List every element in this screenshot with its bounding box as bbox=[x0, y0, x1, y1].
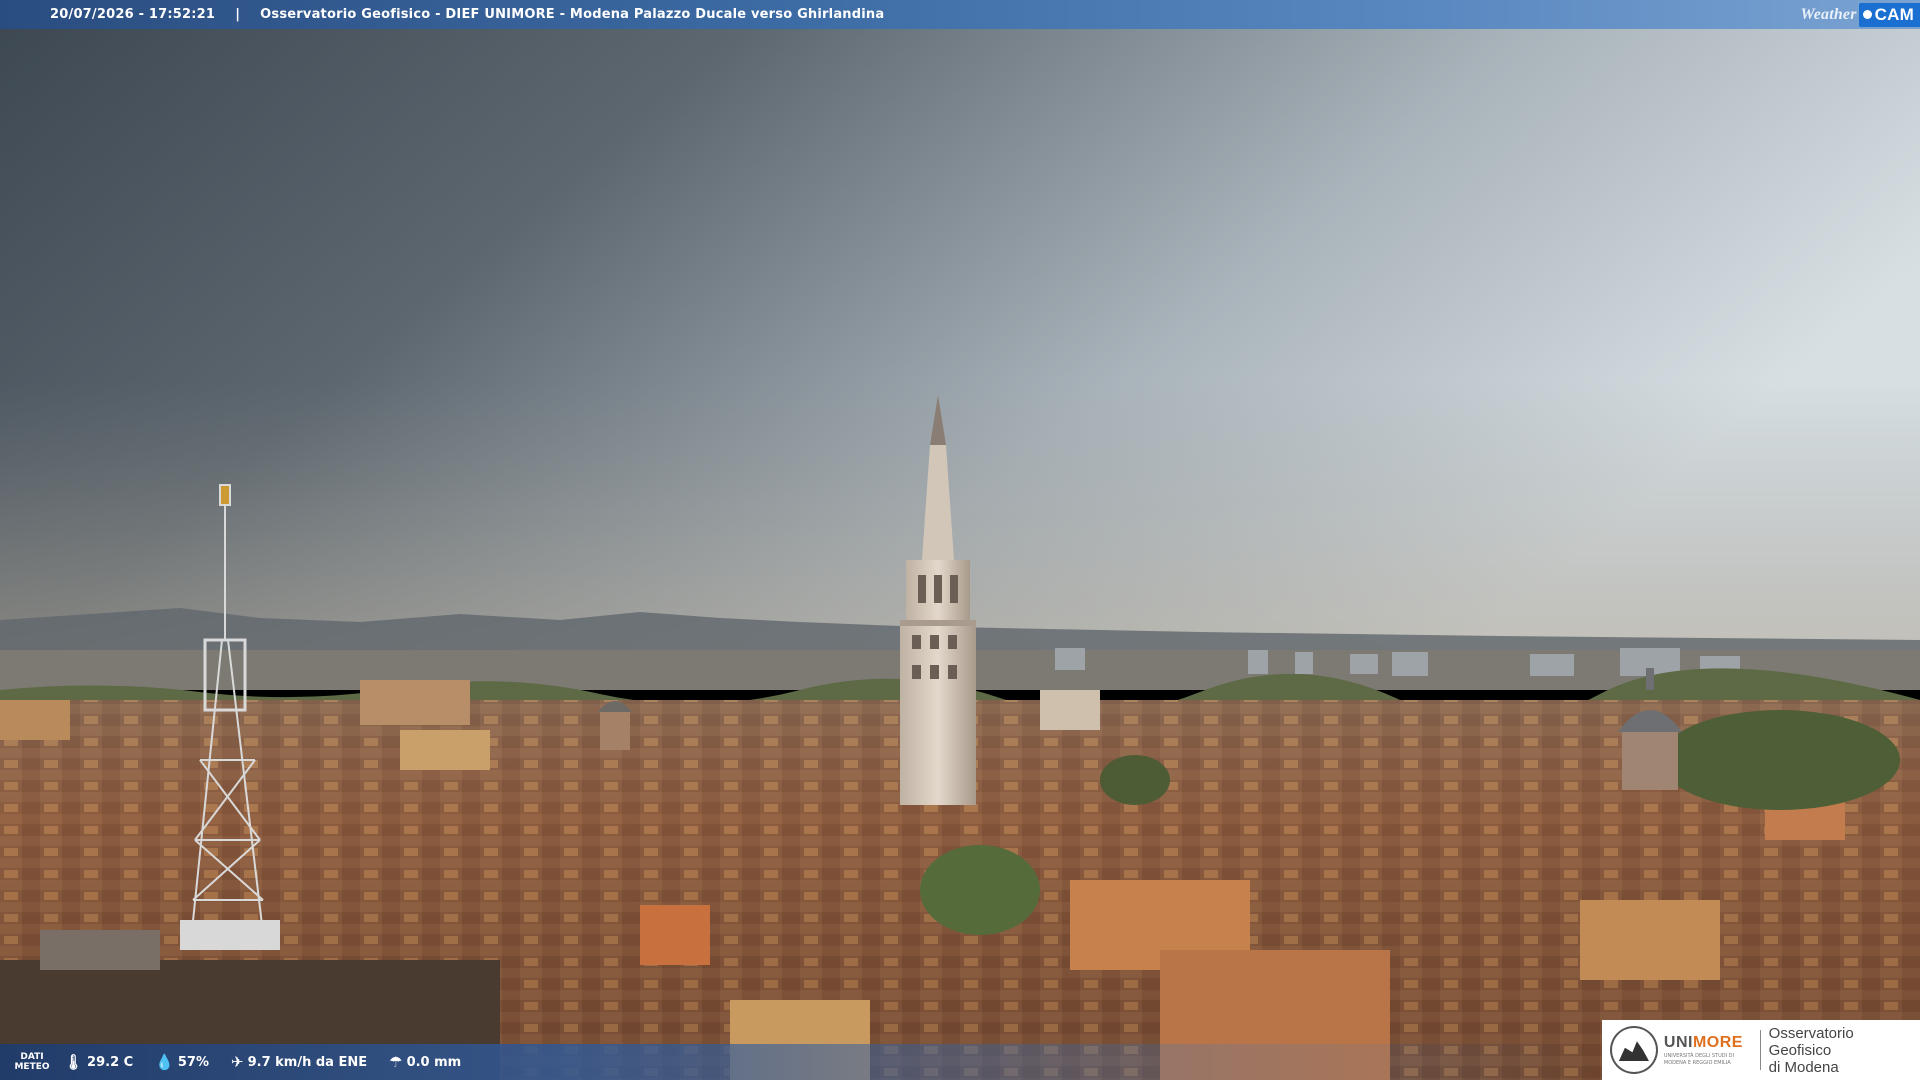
unimore-logo-box: UNIMORE UNIVERSITÀ DEGLI STUDI DI MODENA… bbox=[1602, 1020, 1920, 1080]
observatory-line2: di Modena bbox=[1768, 1058, 1839, 1076]
uni-part1: UNI bbox=[1663, 1034, 1693, 1051]
brand-cam: CAM bbox=[1874, 4, 1914, 24]
uni-part2: MORE bbox=[1692, 1034, 1743, 1051]
brand-dot-icon bbox=[1862, 10, 1872, 19]
wind-value: 9.7 km/h da ENE bbox=[247, 1054, 368, 1070]
humidity-reading: 💧 57% bbox=[155, 1052, 210, 1071]
weather-label-line2: METEO bbox=[14, 1062, 50, 1072]
weathercam-logo: Weather CAM bbox=[1800, 0, 1920, 29]
humidity-value: 57% bbox=[177, 1054, 210, 1070]
observatory-line1: Osservatorio Geofisico bbox=[1768, 1024, 1854, 1059]
humidity-icon: 💧 bbox=[155, 1052, 174, 1071]
weather-data-bar: DATI METEO 🌡 29.2 C 💧 57% ✈ 9.7 km/h da … bbox=[0, 1044, 1600, 1080]
rain-value: 0.0 mm bbox=[406, 1054, 462, 1070]
wind-icon: ✈ bbox=[231, 1052, 244, 1071]
webcam-scene bbox=[0, 0, 1920, 1080]
trees-left-center bbox=[1100, 755, 1170, 805]
title-separator: | bbox=[235, 7, 241, 22]
antenna-base bbox=[180, 920, 280, 950]
rain-reading: ☂ 0.0 mm bbox=[389, 1052, 462, 1071]
wind-reading: ✈ 9.7 km/h da ENE bbox=[231, 1052, 368, 1071]
brand-cam-box: CAM bbox=[1858, 2, 1920, 27]
rain-icon: ☂ bbox=[389, 1052, 403, 1071]
temperature-value: 29.2 C bbox=[87, 1054, 134, 1070]
camera-title: Osservatorio Geofisico - DIEF UNIMORE - … bbox=[260, 7, 885, 22]
university-seal-icon bbox=[1610, 1026, 1658, 1074]
rooftop-equipment bbox=[40, 930, 160, 970]
temperature-reading: 🌡 29.2 C bbox=[64, 1052, 134, 1071]
timestamp: 20/07/2026 - 17:52:21 bbox=[50, 7, 216, 22]
unimore-wordmark: UNIMORE UNIVERSITÀ DEGLI STUDI DI MODENA… bbox=[1664, 1034, 1752, 1066]
observatory-name: Osservatorio Geofisico di Modena bbox=[1769, 1025, 1920, 1076]
unimore-name: UNIMORE bbox=[1664, 1034, 1752, 1052]
trees-center bbox=[920, 845, 1040, 935]
logo-divider bbox=[1759, 1030, 1761, 1070]
weather-label-line1: DATI bbox=[20, 1052, 44, 1062]
trees-right bbox=[1660, 710, 1900, 810]
unimore-subtitle-1: UNIVERSITÀ DEGLI STUDI DI bbox=[1663, 1053, 1735, 1059]
top-bar: 20/07/2026 - 17:52:21 | Osservatorio Geo… bbox=[0, 0, 1920, 29]
weather-label: DATI METEO bbox=[0, 1052, 64, 1072]
brand-weather: Weather bbox=[1800, 5, 1857, 23]
unimore-subtitle-2: MODENA E REGGIO EMILIA bbox=[1663, 1060, 1731, 1066]
small-dome bbox=[598, 701, 632, 750]
thermometer-icon: 🌡 bbox=[64, 1052, 84, 1071]
